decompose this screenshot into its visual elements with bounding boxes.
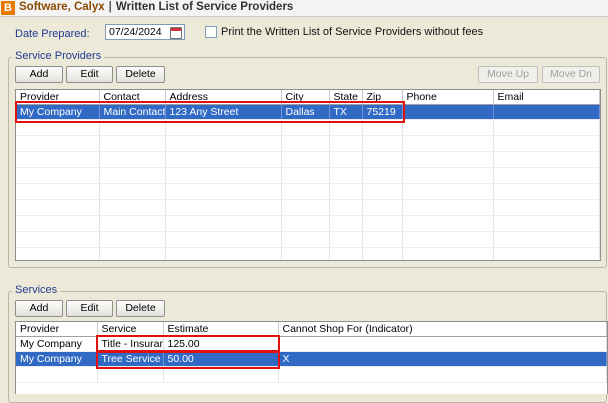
cell-cannot-shop (278, 336, 607, 352)
column-header-cannot-shop[interactable]: Cannot Shop For (Indicator) (278, 322, 607, 337)
empty-row (16, 119, 600, 136)
service-providers-group-label: Service Providers (12, 50, 105, 62)
empty-row (16, 151, 600, 168)
column-header-provider[interactable]: Provider (16, 90, 100, 105)
column-header-state[interactable]: State (329, 90, 363, 105)
services-table: Provider Service Estimate Cannot Shop Fo… (15, 321, 608, 394)
title-bar: B Software, Calyx | Written List of Servic… (0, 0, 608, 17)
column-header-email[interactable]: Email (493, 90, 600, 105)
table-row[interactable]: My Company Title - Insurance 125.00 (16, 336, 607, 352)
column-header-phone[interactable]: Phone (402, 90, 494, 105)
move-down-button[interactable]: Move Dn (542, 66, 600, 83)
empty-row (16, 199, 600, 216)
empty-row (16, 247, 600, 260)
empty-row (16, 231, 600, 248)
provider-edit-button[interactable]: Edit (66, 66, 113, 83)
print-without-fees-label: Print the Written List of Service Provid… (221, 26, 484, 38)
service-add-button[interactable]: Add (15, 300, 63, 317)
cell-city: Dallas (281, 104, 330, 120)
service-edit-button[interactable]: Edit (66, 300, 113, 317)
column-header-address[interactable]: Address (165, 90, 282, 105)
empty-row (16, 183, 600, 200)
screen-title: Written List of Service Providers (115, 1, 294, 13)
services-header-row: Provider Service Estimate Cannot Shop Fo… (16, 322, 607, 337)
cell-service: Title - Insurance (97, 336, 164, 352)
calendar-icon[interactable] (170, 27, 182, 39)
title-separator: | (108, 1, 112, 13)
date-prepared-label: Date Prepared: (15, 28, 90, 40)
column-header-provider[interactable]: Provider (16, 322, 98, 337)
table-row[interactable]: My Company Main Contact 123 Any Street D… (16, 104, 600, 120)
cell-state: TX (329, 104, 363, 120)
cell-phone (402, 104, 494, 120)
empty-row (16, 215, 600, 232)
cell-estimate: 50.00 (163, 351, 279, 367)
app-logo-icon: B (1, 1, 15, 15)
empty-row (16, 366, 607, 383)
cell-provider: My Company (16, 336, 98, 352)
column-header-estimate[interactable]: Estimate (163, 322, 279, 337)
empty-row (16, 167, 600, 184)
cell-cannot-shop: X (278, 351, 607, 367)
table-row[interactable]: My Company Tree Service 50.00 X (16, 351, 607, 367)
cell-provider: My Company (16, 104, 100, 120)
date-prepared-value: 07/24/2024 (109, 26, 162, 38)
service-providers-table: Provider Contact Address City State Zip … (15, 89, 601, 261)
date-prepared-input[interactable]: 07/24/2024 (105, 24, 185, 40)
column-header-zip[interactable]: Zip (362, 90, 403, 105)
cell-service: Tree Service (97, 351, 164, 367)
cell-zip: 75219 (362, 104, 403, 120)
window-title: Software, Calyx | Written List of Service … (19, 1, 293, 13)
providers-header-row: Provider Contact Address City State Zip … (16, 90, 600, 105)
column-header-city[interactable]: City (281, 90, 330, 105)
cell-address: 123 Any Street (165, 104, 282, 120)
cell-provider: My Company (16, 351, 98, 367)
app-name: Software, Calyx (19, 1, 105, 13)
service-delete-button[interactable]: Delete (116, 300, 165, 317)
column-header-contact[interactable]: Contact (99, 90, 166, 105)
services-group-label: Services (12, 284, 61, 296)
empty-row (16, 135, 600, 152)
column-header-service[interactable]: Service (97, 322, 164, 337)
cell-email (493, 104, 600, 120)
print-without-fees-checkbox[interactable] (205, 26, 217, 38)
cell-contact: Main Contact (99, 104, 166, 120)
cell-estimate: 125.00 (163, 336, 279, 352)
move-up-button[interactable]: Move Up (478, 66, 538, 83)
provider-delete-button[interactable]: Delete (116, 66, 165, 83)
provider-add-button[interactable]: Add (15, 66, 63, 83)
